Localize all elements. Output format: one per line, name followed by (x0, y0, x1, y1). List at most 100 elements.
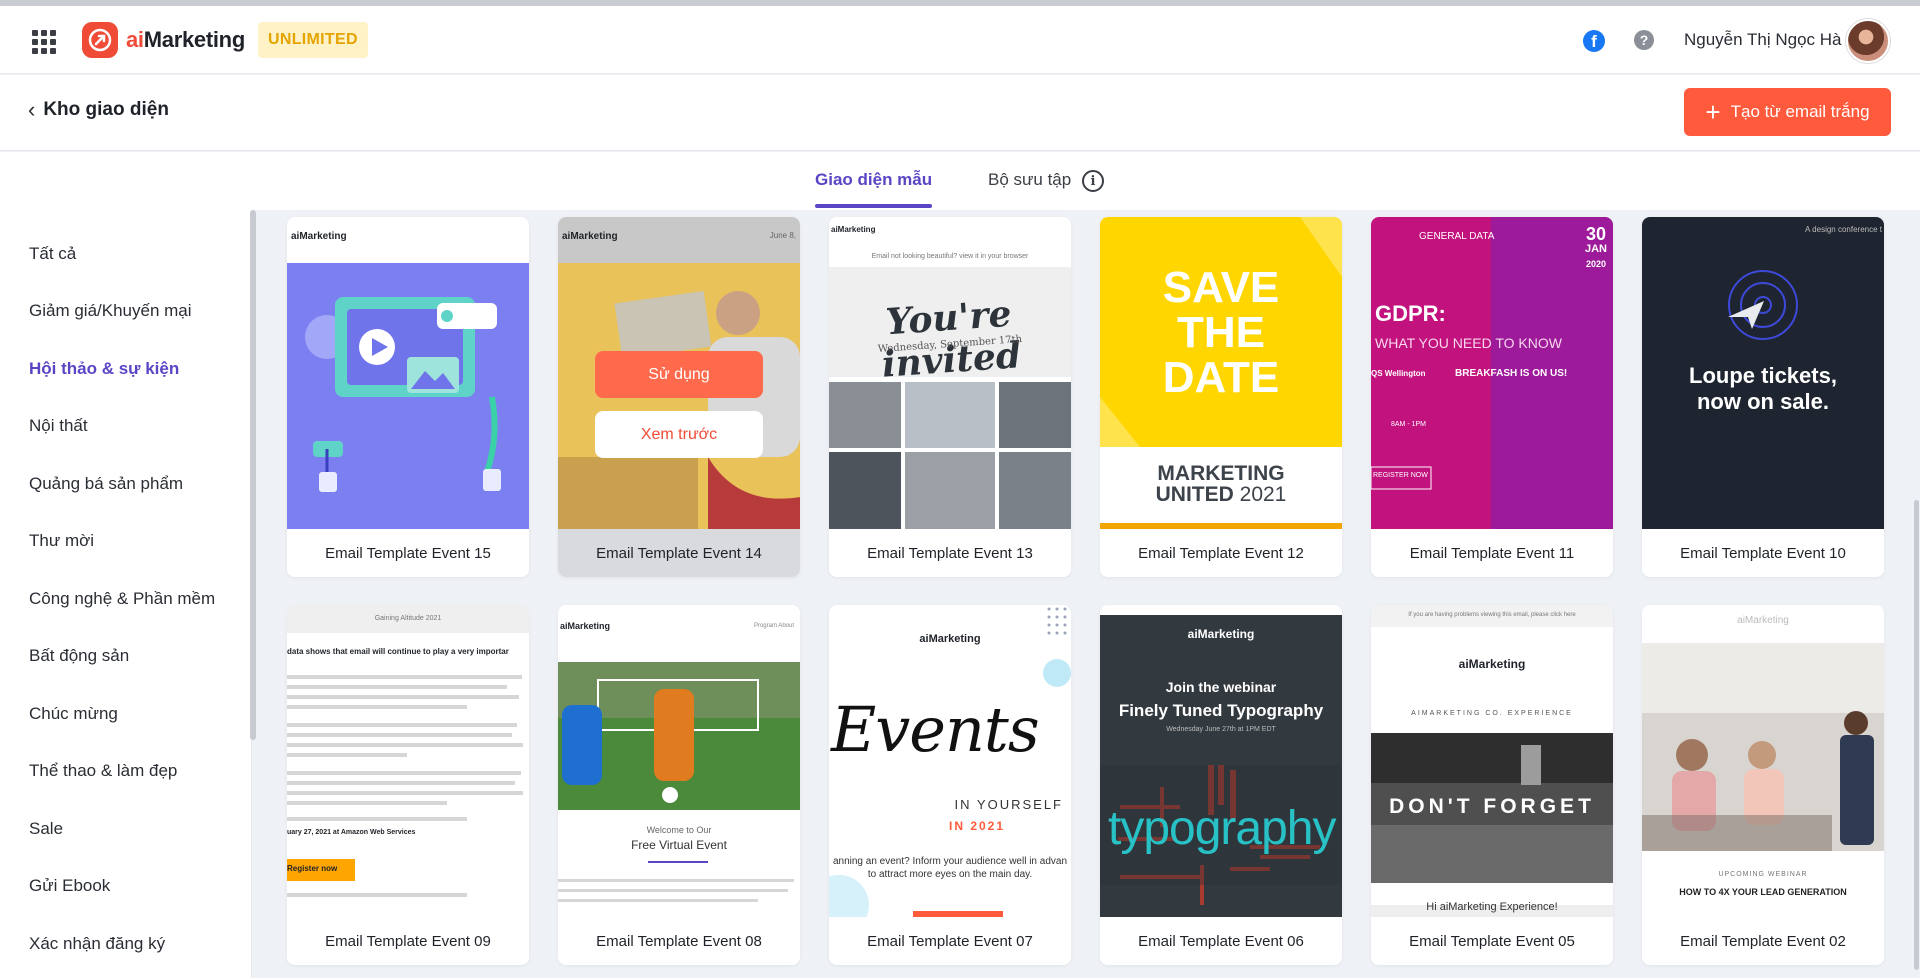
template-thumbnail: aiMarketing Email not looking beautiful?… (829, 217, 1071, 529)
thumb-date: 30 JAN 2020 (1584, 224, 1607, 269)
thumb-time: 8AM - 1PM (1391, 421, 1427, 428)
thumb-title: Finely Tuned Typography (1118, 701, 1324, 720)
help-icon[interactable]: ? (1634, 30, 1654, 50)
info-icon[interactable]: i (1082, 170, 1104, 192)
template-thumbnail: aiMarketing Join the webinar Finely Tune… (1100, 605, 1342, 917)
sidebar-item-sports-beauty[interactable]: Thể thao & làm đẹp (29, 761, 177, 781)
thumb-brand: aiMarketing (1187, 627, 1255, 641)
tab-template-gallery[interactable]: Giao diện mẫu (815, 170, 933, 208)
template-card[interactable]: aiMarketing Join the webinar Finely Tune… (1100, 605, 1342, 965)
tabs-bar: Giao diện mẫu Bộ sưu tập (0, 152, 1920, 210)
thumb-title: DON'T FORGET (1389, 795, 1595, 818)
sidebar-item-discount[interactable]: Giảm giá/Khuyến mại (29, 301, 192, 321)
thumb-nav: Program About (753, 623, 794, 629)
template-card[interactable]: aiMarketing Email Template Event 15 (287, 217, 529, 577)
thumb-tagline: A design conference t (1805, 225, 1882, 234)
template-name: Email Template Event 06 (1100, 917, 1342, 965)
thumb-register-button: Register now (287, 864, 338, 873)
template-name: Email Template Event 15 (287, 529, 529, 577)
sidebar-item-events[interactable]: Hội thảo & sự kiện (29, 359, 179, 379)
thumb-headline: SAVE THE DATE (1162, 263, 1280, 402)
page-title: Kho giao diện (43, 99, 169, 120)
thumb-subtitle: WHAT YOU NEED TO KNOW (1375, 335, 1562, 351)
template-card[interactable]: aiMarketing Program About Welcome to Our… (558, 605, 800, 965)
logo-mark-icon (82, 22, 118, 58)
template-card[interactable]: GENERAL DATA 30 JAN 2020 GDPR: WHAT YOU … (1371, 217, 1613, 577)
sidebar-item-sale[interactable]: Sale (29, 819, 63, 839)
sidebar-item-real-estate[interactable]: Bất động sản (29, 646, 129, 666)
top-bar: aiMarketing UNLIMITED f ? Nguyễn Thị Ngọ… (0, 6, 1920, 74)
thumb-brand: aiMarketing (1458, 657, 1526, 671)
template-name: Email Template Event 14 (558, 529, 800, 577)
thumb-subtitle: MARKETING UNITED 2021 (1155, 462, 1287, 506)
thumb-word: typography (1108, 802, 1336, 855)
template-name: Email Template Event 11 (1371, 529, 1613, 577)
thumb-brand: aiMarketing (919, 633, 981, 645)
sidebar-item-ebook[interactable]: Gửi Ebook (29, 876, 110, 896)
user-name[interactable]: Nguyễn Thị Ngọc Hà (1684, 30, 1842, 50)
thumb-heading: BREAKFASH IS ON US! (1455, 368, 1568, 379)
template-card[interactable]: A design conference t Loupe tickets, now… (1642, 217, 1884, 577)
sidebar-item-technology[interactable]: Công nghệ & Phần mềm (29, 589, 215, 609)
template-name: Email Template Event 08 (558, 917, 800, 965)
back-button[interactable]: ‹ Kho giao diện (28, 99, 169, 121)
template-card[interactable]: If you are having problems viewing this … (1371, 605, 1613, 965)
avatar[interactable] (1846, 19, 1890, 63)
create-button-label: Tạo từ email trắng (1730, 102, 1870, 121)
thumb-notice: Email not looking beautiful? view it in … (871, 253, 1029, 260)
sidebar-item-product-promotion[interactable]: Quảng bá sản phẩm (29, 474, 183, 494)
thumb-lead: data shows that email will continue to p… (287, 647, 509, 656)
thumb-date: uary 27, 2021 at Amazon Web Services (287, 829, 416, 836)
use-template-button[interactable]: Sử dụng (595, 351, 763, 398)
sidebar-item-signup-confirm[interactable]: Xác nhận đăng ký (29, 934, 165, 954)
template-card[interactable]: aiMarketing June 8, Sử dụng Xem trước Em… (558, 217, 800, 577)
thumb-brand: aiMarketing (1737, 615, 1789, 626)
sidebar-item-congratulations[interactable]: Chúc mừng (29, 704, 118, 724)
template-name: Email Template Event 05 (1371, 917, 1613, 965)
template-name: Email Template Event 09 (287, 917, 529, 965)
thumb-header: Gaining Altitude 2021 (374, 615, 442, 622)
app-logo[interactable]: aiMarketing (82, 22, 245, 58)
thumb-subtitle: IN YOURSELF (954, 797, 1063, 812)
thumb-tag: AIMARKETING CO. EXPERIENCE (1411, 710, 1573, 717)
create-blank-email-button[interactable]: + Tạo từ email trắng (1684, 88, 1891, 136)
plus-icon: + (1705, 97, 1721, 127)
template-card[interactable]: aiMarketing Email not looking beautiful?… (829, 217, 1071, 577)
sidebar-item-interior[interactable]: Nội thất (29, 416, 88, 436)
template-name: Email Template Event 12 (1100, 529, 1342, 577)
template-thumbnail: If you are having problems viewing this … (1371, 605, 1613, 917)
thumb-year: IN 2021 (949, 819, 1006, 833)
template-thumbnail: aiMarketing (287, 217, 529, 529)
thumb-footer: Hi aiMarketing Experience! (1426, 901, 1558, 913)
template-card[interactable]: Gaining Altitude 2021 data shows that em… (287, 605, 529, 965)
brand-name: aiMarketing (126, 27, 245, 52)
template-thumbnail: aiMarketing June 8, Sử dụng Xem trước (558, 217, 800, 529)
template-card[interactable]: SAVE THE DATE MARKETING UNITED 2021 Emai… (1100, 217, 1342, 577)
thumb-brand: aiMarketing (560, 621, 611, 631)
template-name: Email Template Event 13 (829, 529, 1071, 577)
sidebar-item-all[interactable]: Tất cả (29, 244, 76, 264)
sidebar-item-invitation[interactable]: Thư mời (29, 531, 94, 551)
tab-collection[interactable]: Bộ sưu tập (988, 170, 1071, 190)
page-header: ‹ Kho giao diện + Tạo từ email trắng (0, 75, 1920, 151)
template-thumbnail: GENERAL DATA 30 JAN 2020 GDPR: WHAT YOU … (1371, 217, 1613, 529)
content-scrollbar[interactable] (1914, 500, 1919, 970)
template-thumbnail: aiMarketing Events IN YOURSELF IN 2021 a… (829, 605, 1071, 917)
thumb-join: Join the webinar (1165, 679, 1277, 695)
thumb-title: HOW TO 4X YOUR LEAD GENERATION (1679, 887, 1847, 897)
template-card[interactable]: aiMarketing UPCOMING WEBINAR HOW TO 4X Y… (1642, 605, 1884, 965)
thumb-upcoming: UPCOMING WEBINAR (1718, 871, 1808, 878)
plan-badge: UNLIMITED (258, 22, 368, 58)
thumb-register: REGISTER NOW (1373, 472, 1428, 479)
thumb-notice: If you are having problems viewing this … (1408, 612, 1576, 618)
apps-grid-icon[interactable] (32, 30, 56, 54)
preview-template-button[interactable]: Xem trước (595, 411, 763, 458)
template-thumbnail: aiMarketing UPCOMING WEBINAR HOW TO 4X Y… (1642, 605, 1884, 917)
facebook-icon[interactable]: f (1583, 30, 1605, 52)
template-thumbnail: SAVE THE DATE MARKETING UNITED 2021 (1100, 217, 1342, 529)
thumb-brand: aiMarketing (562, 231, 618, 242)
template-name: Email Template Event 07 (829, 917, 1071, 965)
thumb-welcome: Welcome to Our (646, 825, 712, 835)
thumb-title: Loupe tickets, now on sale. (1689, 363, 1837, 414)
template-card[interactable]: aiMarketing Events IN YOURSELF IN 2021 a… (829, 605, 1071, 965)
